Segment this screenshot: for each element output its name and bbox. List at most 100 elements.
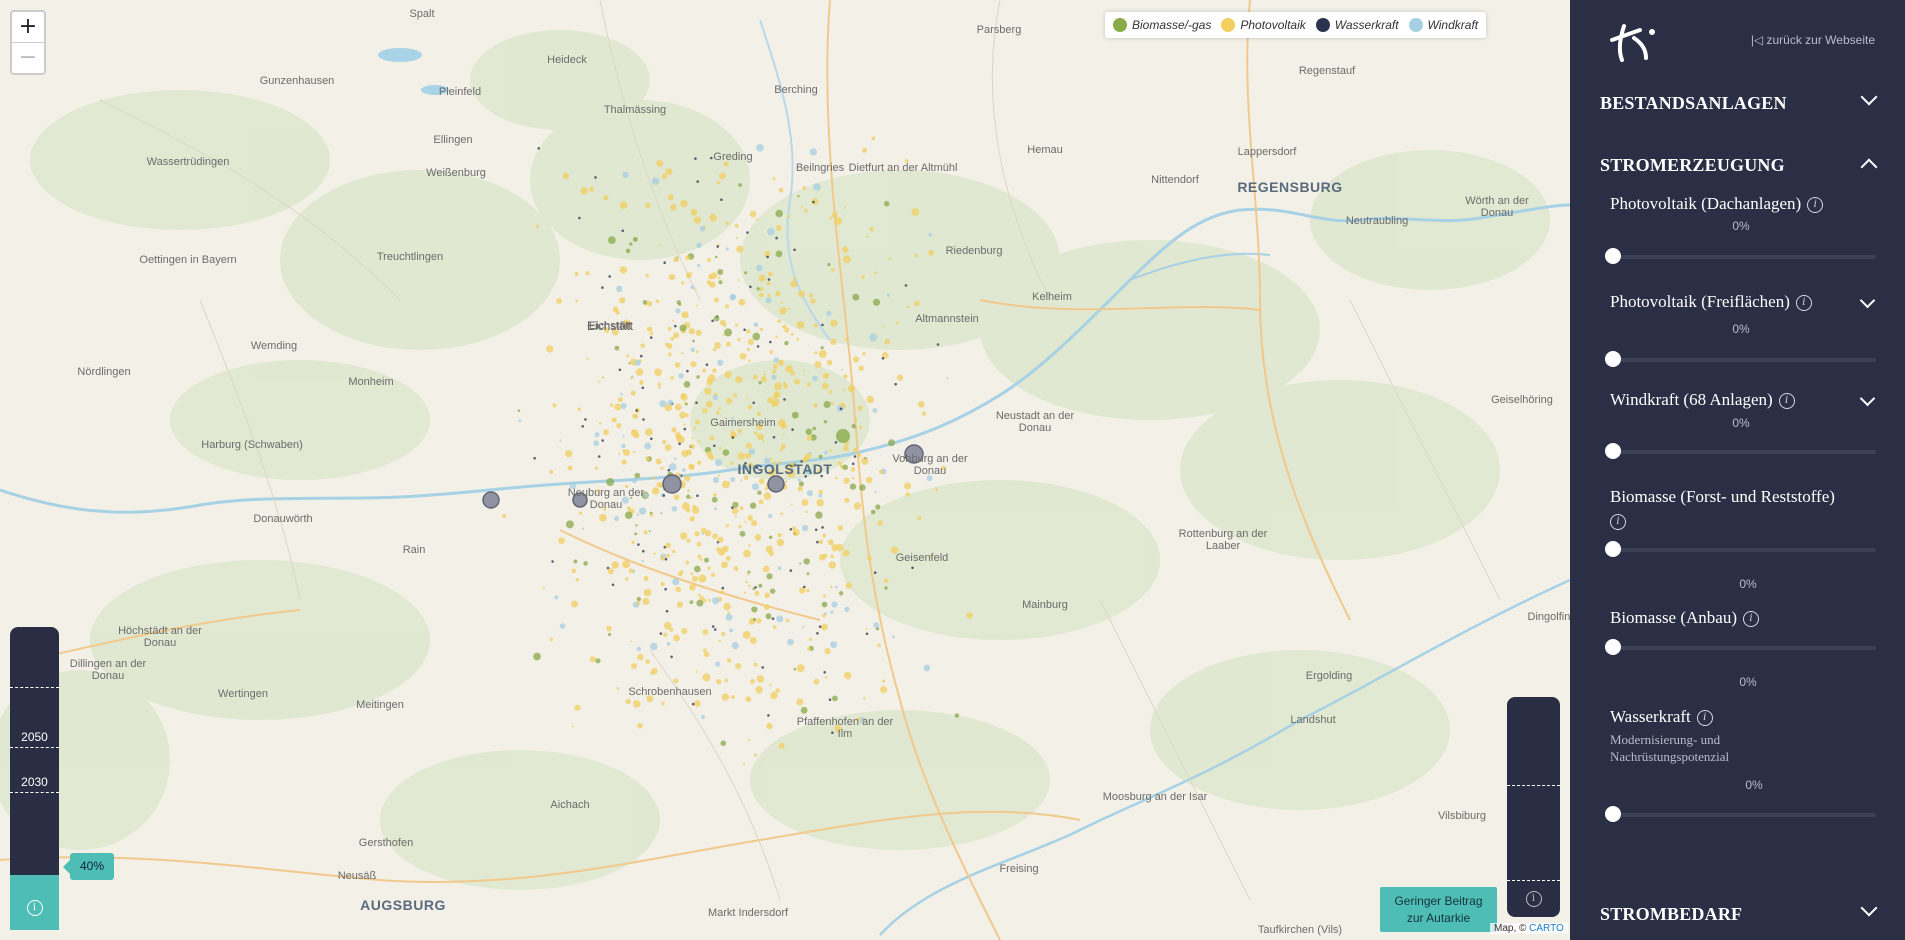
plant-marker xyxy=(758,478,765,485)
row-pv-frei: Photovoltaik (Freiflächen) i xyxy=(1610,292,1812,312)
place-label: Neutraubling xyxy=(1345,215,1409,227)
gauge-info-icon[interactable]: i xyxy=(26,900,43,916)
gauge-info-icon[interactable]: i xyxy=(1525,891,1542,907)
plant-marker xyxy=(711,496,718,503)
plant-marker xyxy=(830,338,837,345)
back-link[interactable]: |◁ zurück zur Webseite xyxy=(1751,33,1875,47)
place-label: Parsberg xyxy=(976,24,1022,36)
info-icon[interactable]: i xyxy=(1743,611,1760,627)
plant-marker xyxy=(581,527,585,530)
plant-marker xyxy=(767,714,770,717)
plant-marker xyxy=(737,428,742,434)
info-icon[interactable]: i xyxy=(1696,710,1713,726)
row-title-label: Biomasse (Forst- und Reststoffe) xyxy=(1610,487,1835,506)
section-strombedarf[interactable]: STROMBEDARF xyxy=(1600,899,1878,925)
plant-marker xyxy=(803,369,806,372)
gauge-marker xyxy=(10,687,59,688)
plant-marker xyxy=(777,566,782,570)
plant-marker xyxy=(866,235,869,239)
plant-marker xyxy=(662,439,667,445)
place-label: Eichstätt xyxy=(588,320,632,332)
plant-marker xyxy=(664,557,668,561)
plant-marker xyxy=(696,180,699,183)
plant-marker xyxy=(727,611,730,614)
info-icon[interactable]: i xyxy=(1807,197,1824,213)
row-pv-dach: Photovoltaik (Dachanlagen) i xyxy=(1610,194,1824,214)
zoom-in-button[interactable]: + xyxy=(12,12,44,42)
plant-marker xyxy=(746,231,749,234)
info-icon[interactable]: i xyxy=(1610,514,1626,530)
slider-handle[interactable] xyxy=(1605,351,1621,367)
plant-marker xyxy=(724,678,729,683)
place-label: Markt Indersdorf xyxy=(707,907,789,919)
plant-marker xyxy=(637,543,640,546)
plant-marker xyxy=(579,511,583,515)
plant-marker xyxy=(642,549,645,553)
plant-marker xyxy=(671,506,678,512)
plant-marker xyxy=(646,326,653,332)
slider-handle[interactable] xyxy=(1605,541,1621,557)
plant-marker xyxy=(683,427,687,431)
slider-handle[interactable] xyxy=(1605,639,1621,655)
plant-marker xyxy=(679,474,682,477)
biomasse-forst-slider[interactable] xyxy=(1605,541,1876,557)
windkraft-slider[interactable] xyxy=(1605,443,1876,459)
map-view[interactable]: Spalt Heideck Gunzenhausen Pleinfeld Berchin… xyxy=(0,0,1570,940)
plant-marker xyxy=(747,515,754,521)
chevron-down-icon[interactable] xyxy=(1859,292,1876,309)
slider-handle[interactable] xyxy=(1605,248,1621,264)
chevron-down-icon xyxy=(1860,899,1878,917)
info-icon[interactable]: i xyxy=(1778,393,1795,409)
plant-marker xyxy=(853,455,857,458)
section-bestandsanlagen[interactable]: BESTANDSANLAGEN xyxy=(1600,88,1878,114)
slider-handle[interactable] xyxy=(1605,806,1621,822)
plant-marker xyxy=(718,639,721,643)
place-label: Oettingen in Bayern xyxy=(139,254,237,266)
plant-marker xyxy=(692,504,697,509)
plant-marker xyxy=(622,171,629,178)
plant-marker xyxy=(758,292,764,298)
plant-marker xyxy=(694,157,697,160)
plant-marker xyxy=(608,632,612,637)
plant-marker xyxy=(758,583,763,588)
plant-marker xyxy=(681,311,689,319)
plant-marker xyxy=(806,490,814,497)
place-label: Riedenburg xyxy=(945,245,1003,257)
plant-marker xyxy=(829,585,833,589)
biomasse-anbau-slider[interactable] xyxy=(1605,639,1876,655)
plant-marker xyxy=(843,549,850,557)
plant-marker xyxy=(734,223,739,228)
info-icon[interactable]: i xyxy=(1795,295,1812,311)
plant-marker xyxy=(790,503,793,506)
plant-marker xyxy=(826,359,833,366)
plant-marker xyxy=(665,542,671,549)
slider-handle[interactable] xyxy=(1605,443,1621,459)
plant-marker xyxy=(690,285,695,290)
plant-marker xyxy=(826,310,832,316)
zoom-out-button[interactable]: − xyxy=(12,42,44,73)
row-title-label: Photovoltaik (Freiflächen) xyxy=(1610,292,1790,311)
pv-dach-slider[interactable] xyxy=(1605,248,1876,264)
carto-link[interactable]: CARTO xyxy=(1529,923,1564,934)
plant-marker xyxy=(580,187,588,195)
plant-marker xyxy=(625,698,631,705)
plant-marker xyxy=(673,678,679,684)
plant-marker xyxy=(690,209,698,216)
section-stromerzeugung[interactable]: STROMERZEUGUNG xyxy=(1600,155,1878,176)
plant-marker xyxy=(921,411,927,416)
plant-marker xyxy=(758,381,762,385)
plant-marker xyxy=(845,337,849,341)
pv-frei-slider[interactable] xyxy=(1605,351,1876,367)
plant-marker xyxy=(691,575,699,582)
row-percent: 0% xyxy=(1739,675,1757,689)
plant-marker xyxy=(690,361,697,368)
plant-marker xyxy=(823,594,826,598)
plant-marker xyxy=(558,537,565,544)
plant-marker xyxy=(857,405,863,411)
chevron-down-icon[interactable] xyxy=(1859,390,1876,407)
plant-marker xyxy=(822,613,826,618)
plant-marker xyxy=(766,281,771,286)
wasserkraft-slider[interactable] xyxy=(1605,806,1876,822)
photovoltaik-swatch xyxy=(1221,18,1236,32)
place-label: Wertingen xyxy=(218,688,268,700)
